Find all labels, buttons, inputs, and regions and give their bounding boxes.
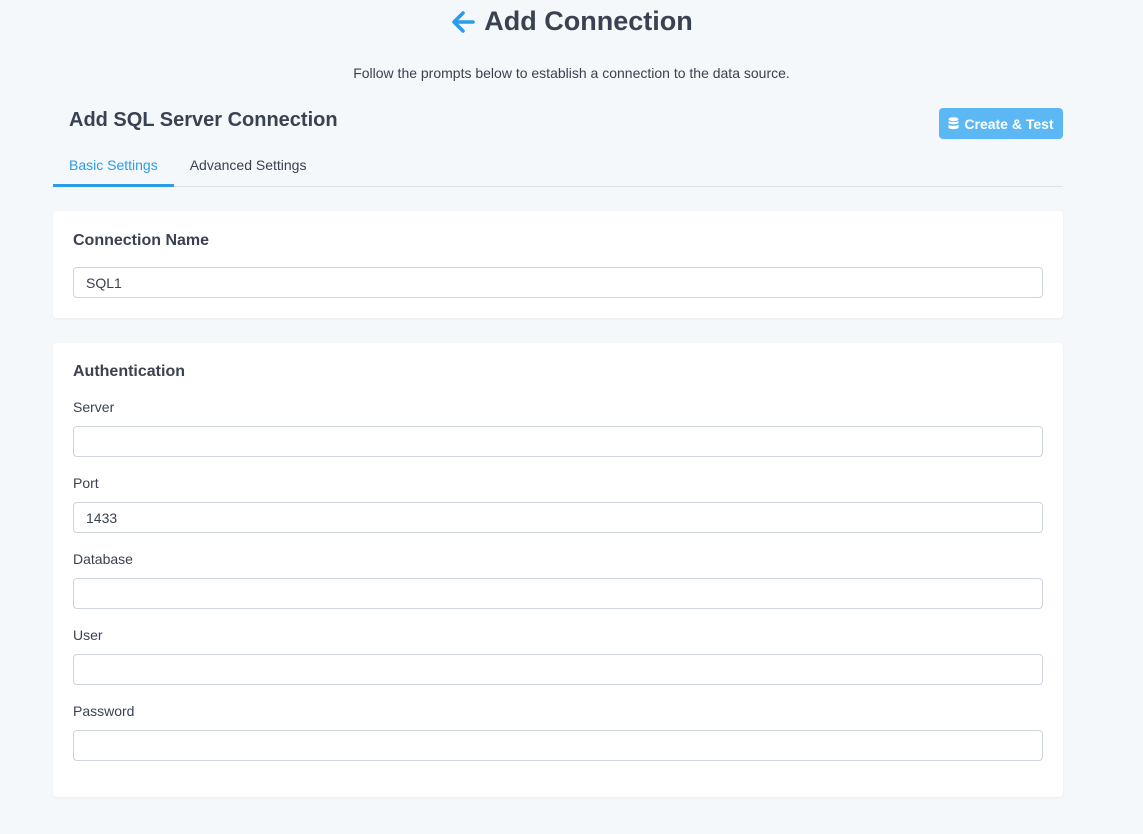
create-and-test-label: Create & Test bbox=[964, 115, 1054, 132]
port-input[interactable] bbox=[73, 502, 1043, 533]
server-label: Server bbox=[73, 399, 115, 415]
server-input[interactable] bbox=[73, 426, 1043, 457]
section-title: Add SQL Server Connection bbox=[69, 109, 338, 131]
tab-basic-settings[interactable]: Basic Settings bbox=[53, 150, 174, 187]
page-subtitle: Follow the prompts below to establish a … bbox=[353, 65, 790, 81]
port-label: Port bbox=[73, 475, 99, 491]
page: Add Connection Follow the prompts below … bbox=[0, 0, 1143, 834]
user-label: User bbox=[73, 627, 103, 643]
database-icon bbox=[948, 117, 959, 130]
tab-advanced-settings[interactable]: Advanced Settings bbox=[174, 150, 323, 187]
arrow-left-icon[interactable] bbox=[450, 9, 476, 35]
user-input[interactable] bbox=[73, 654, 1043, 685]
password-label: Password bbox=[73, 703, 135, 719]
page-header: Add Connection bbox=[0, 6, 1143, 37]
create-and-test-button[interactable]: Create & Test bbox=[939, 108, 1063, 139]
password-input[interactable] bbox=[73, 730, 1043, 761]
settings-tabs: Basic Settings Advanced Settings bbox=[53, 150, 1063, 187]
database-label: Database bbox=[73, 551, 133, 567]
connection-name-heading: Connection Name bbox=[73, 232, 210, 249]
connection-name-card: Connection Name bbox=[53, 211, 1063, 318]
connection-name-input[interactable] bbox=[73, 267, 1043, 298]
authentication-card: Authentication Server Port Database User… bbox=[53, 343, 1063, 797]
page-title: Add Connection bbox=[484, 6, 693, 36]
database-input[interactable] bbox=[73, 578, 1043, 609]
authentication-heading: Authentication bbox=[73, 363, 185, 380]
